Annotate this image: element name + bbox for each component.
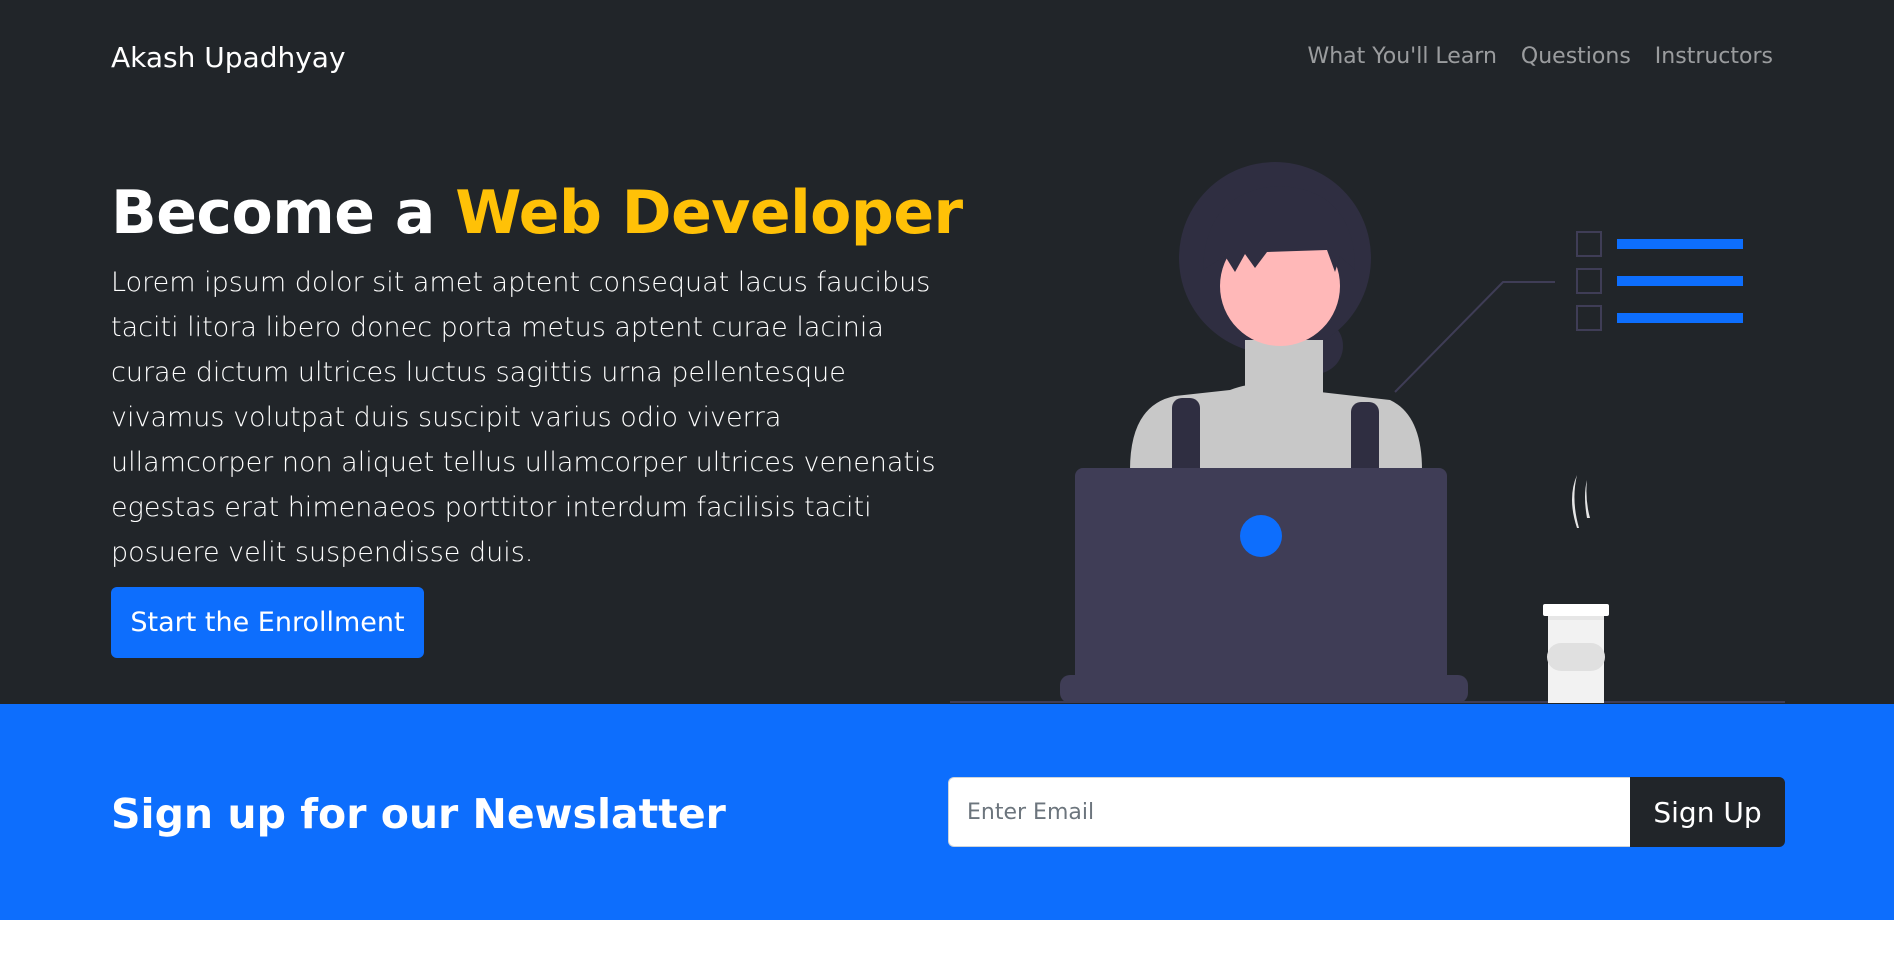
woman-at-laptop-illustration [950, 162, 1785, 703]
nav-link-what-youll-learn[interactable]: What You'll Learn [1307, 40, 1496, 74]
nav-link-instructors[interactable]: Instructors [1655, 40, 1773, 74]
hero-title-prefix: Become a [111, 178, 456, 248]
hero-title-highlight: Web Developer [455, 178, 963, 248]
page: Akash Upadhyay What You'll Learn Questio… [0, 0, 1894, 957]
start-enrollment-button[interactable]: Start the Enrollment [111, 587, 424, 658]
email-input[interactable] [948, 777, 1630, 847]
navbar-links: What You'll Learn Questions Instructors [1307, 40, 1773, 74]
navbar-brand[interactable]: Akash Upadhyay [111, 38, 346, 78]
hero-title: Become a Web Developer [111, 175, 963, 251]
nav-link-questions[interactable]: Questions [1521, 40, 1631, 74]
newsletter-title: Sign up for our Newslatter [111, 790, 726, 838]
sign-up-button[interactable]: Sign Up [1630, 777, 1785, 847]
hero-description: Lorem ipsum dolor sit amet aptent conseq… [111, 267, 936, 568]
